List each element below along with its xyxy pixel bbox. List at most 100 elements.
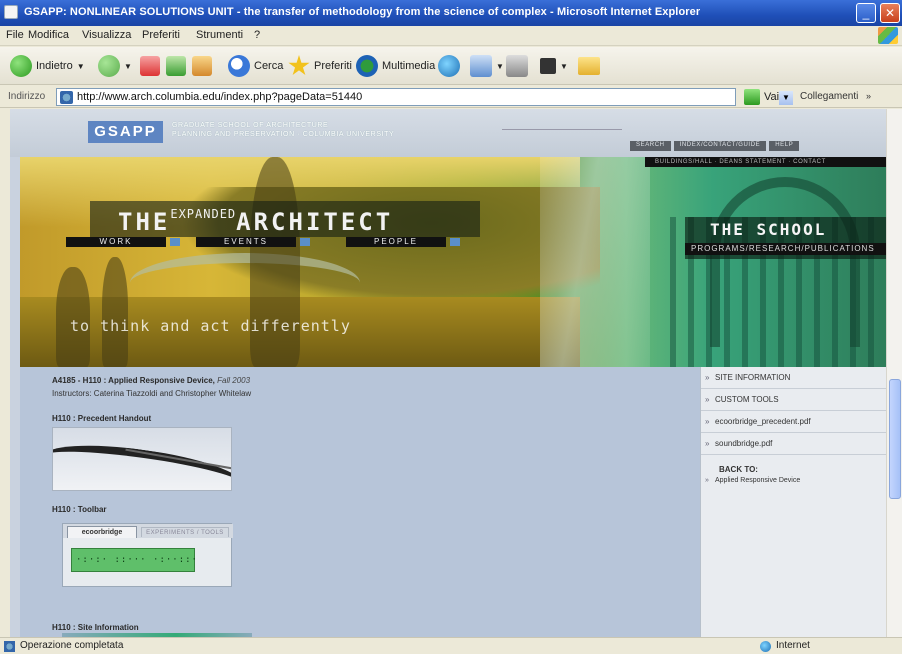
thumbnail-tab-active: ecoorbridge <box>67 526 137 538</box>
address-bar: Indirizzo http://www.arch.columbia.edu/i… <box>0 86 902 108</box>
search-label: Cerca <box>254 60 284 72</box>
windows-logo-icon <box>878 27 898 44</box>
forward-arrow-icon <box>98 55 120 77</box>
menu-bar: File Modifica Visualizza Preferiti Strum… <box>0 26 902 46</box>
nav-tab-people[interactable]: PEOPLE <box>346 237 460 247</box>
go-button[interactable]: Vai <box>764 91 779 103</box>
status-text: Operazione completata <box>20 640 124 651</box>
banner-glass-overlay <box>540 157 650 367</box>
util-nav-search[interactable]: SEARCH <box>630 141 671 151</box>
zone-text: Internet <box>776 640 810 651</box>
media-icon <box>356 55 378 77</box>
hero-banner: BUILDINGS/HALL · DEANS STATEMENT · CONTA… <box>20 157 886 367</box>
links-chevron-icon[interactable]: » <box>866 91 871 101</box>
go-arrow-icon[interactable] <box>744 89 760 105</box>
site-header: GSAPP GRADUATE SCHOOL OF ARCHITECTURE PL… <box>10 109 886 157</box>
history-button[interactable] <box>438 54 460 78</box>
favorites-button[interactable]: Preferiti <box>288 54 352 78</box>
back-arrow-icon <box>10 55 32 77</box>
toolbar-thumbnail[interactable]: ecoorbridge EXPERIMENTS / TOOLS ·:·:· ::… <box>62 523 233 587</box>
logo-tagline: GRADUATE SCHOOL OF ARCHITECTURE PLANNING… <box>172 121 394 139</box>
refresh-icon <box>166 56 186 76</box>
banner-tagline: to think and act differently <box>70 317 351 335</box>
precedent-thumbnail[interactable] <box>52 427 232 491</box>
menu-strumenti[interactable]: Strumenti <box>196 29 243 41</box>
stop-button[interactable] <box>140 54 160 78</box>
folder-icon <box>578 57 600 75</box>
gsapp-logo[interactable]: GSAPP <box>88 121 163 143</box>
nav-tab-events[interactable]: EVENTS <box>196 237 310 247</box>
sidebar-item-custom-tools[interactable]: CUSTOM TOOLS <box>701 389 886 411</box>
edit-dropdown-icon[interactable]: ▼ <box>560 62 568 71</box>
menu-modifica[interactable]: Modifica <box>28 29 69 41</box>
refresh-button[interactable] <box>166 54 186 78</box>
search-icon <box>228 55 250 77</box>
edit-button[interactable]: ▼ <box>540 54 568 78</box>
banner-building-arch <box>710 177 860 347</box>
main-nav: WORK EVENTS PEOPLE <box>66 237 506 247</box>
banner-sculpture <box>130 253 360 313</box>
browser-window: GSAPP: NONLINEAR SOLUTIONS UNIT - the tr… <box>0 0 902 654</box>
scrollbar-thumb[interactable] <box>889 379 901 499</box>
banner-headline: THEEXPANDEDARCHITECT <box>118 207 393 236</box>
sidebar-item-precedent-pdf[interactable]: ecoorbridge_precedent.pdf <box>701 411 886 433</box>
sidebar-item-soundbridge-pdf[interactable]: soundbridge.pdf <box>701 433 886 455</box>
secondary-nav[interactable]: BUILDINGS/HALL · DEANS STATEMENT · CONTA… <box>645 157 886 167</box>
print-button[interactable] <box>506 54 528 78</box>
edit-icon <box>540 58 556 74</box>
media-label: Multimedia <box>382 60 436 72</box>
section-title-site: H110 : Site Information <box>52 623 139 632</box>
vertical-scrollbar[interactable] <box>886 109 902 637</box>
mail-dropdown-icon[interactable]: ▼ <box>496 62 504 71</box>
folder-button[interactable] <box>578 54 600 78</box>
thumbnail-tab-inactive: EXPERIMENTS / TOOLS <box>141 527 229 537</box>
course-code: A4185 - H110 : Applied Responsive Device… <box>52 376 215 385</box>
menu-preferiti[interactable]: Preferiti <box>142 29 180 41</box>
school-sublinks[interactable]: PROGRAMS/RESEARCH/PUBLICATIONS <box>685 243 886 255</box>
logo-tagline-line-1: GRADUATE SCHOOL OF ARCHITECTURE <box>172 122 329 129</box>
ie-app-icon[interactable] <box>4 5 18 19</box>
media-button[interactable]: Multimedia <box>356 54 435 78</box>
address-dropdown-icon[interactable]: ▼ <box>779 91 793 105</box>
title-bar: GSAPP: NONLINEAR SOLUTIONS UNIT - the tr… <box>0 0 902 26</box>
minimize-button[interactable]: _ <box>856 3 876 23</box>
stop-icon <box>140 56 160 76</box>
main-content: A4185 - H110 : Applied Responsive Device… <box>20 367 700 637</box>
thumbnail-tool-strip: ·:·:· ::··· ·:··::· <box>71 548 197 572</box>
links-button[interactable]: Collegamenti <box>800 91 858 102</box>
search-button[interactable]: Cerca <box>228 54 283 78</box>
back-to-link[interactable]: Applied Responsive Device <box>701 475 886 487</box>
mail-icon <box>470 55 492 77</box>
home-button[interactable] <box>192 54 212 78</box>
print-icon <box>506 55 528 77</box>
forward-dropdown-icon[interactable]: ▼ <box>124 62 132 71</box>
forward-button[interactable]: ▼ <box>98 54 132 78</box>
logo-tagline-line-2: PLANNING AND PRESERVATION · COLUMBIA UNI… <box>172 131 395 138</box>
sidebar-item-site-information[interactable]: SITE INFORMATION <box>701 367 886 389</box>
address-url[interactable]: http://www.arch.columbia.edu/index.php?p… <box>77 91 362 103</box>
headline-part-architect: ARCHITECT <box>236 208 394 236</box>
util-nav-help[interactable]: HELP <box>769 141 800 151</box>
address-input[interactable]: http://www.arch.columbia.edu/index.php?p… <box>56 88 793 106</box>
menu-help[interactable]: ? <box>254 29 260 41</box>
menu-visualizza[interactable]: Visualizza <box>82 29 131 41</box>
section-title-toolbar: H110 : Toolbar <box>52 505 107 514</box>
util-nav-index[interactable]: INDEX/CONTACT/GUIDE <box>673 141 767 151</box>
mail-button[interactable]: ▼ <box>470 54 504 78</box>
headline-part-the: THE <box>118 208 171 236</box>
page-done-icon <box>4 641 15 652</box>
sidebar: SITE INFORMATION CUSTOM TOOLS ecoorbridg… <box>700 367 886 637</box>
back-button[interactable]: Indietro ▼ <box>10 54 85 78</box>
course-title: A4185 - H110 : Applied Responsive Device… <box>52 376 250 385</box>
instructors-line: Instructors: Caterina Tiazzoldi and Chri… <box>52 389 252 398</box>
course-semester: Fall 2003 <box>217 376 251 385</box>
back-dropdown-icon[interactable]: ▼ <box>77 62 85 71</box>
internet-zone-icon <box>760 641 771 652</box>
menu-file[interactable]: File <box>6 29 24 41</box>
back-to-heading: BACK TO: <box>719 465 758 474</box>
close-button[interactable]: ✕ <box>880 3 900 23</box>
status-bar: Operazione completata Internet <box>0 637 902 654</box>
school-link[interactable]: THE SCHOOL <box>710 220 826 239</box>
home-icon <box>192 56 212 76</box>
nav-tab-work[interactable]: WORK <box>66 237 180 247</box>
